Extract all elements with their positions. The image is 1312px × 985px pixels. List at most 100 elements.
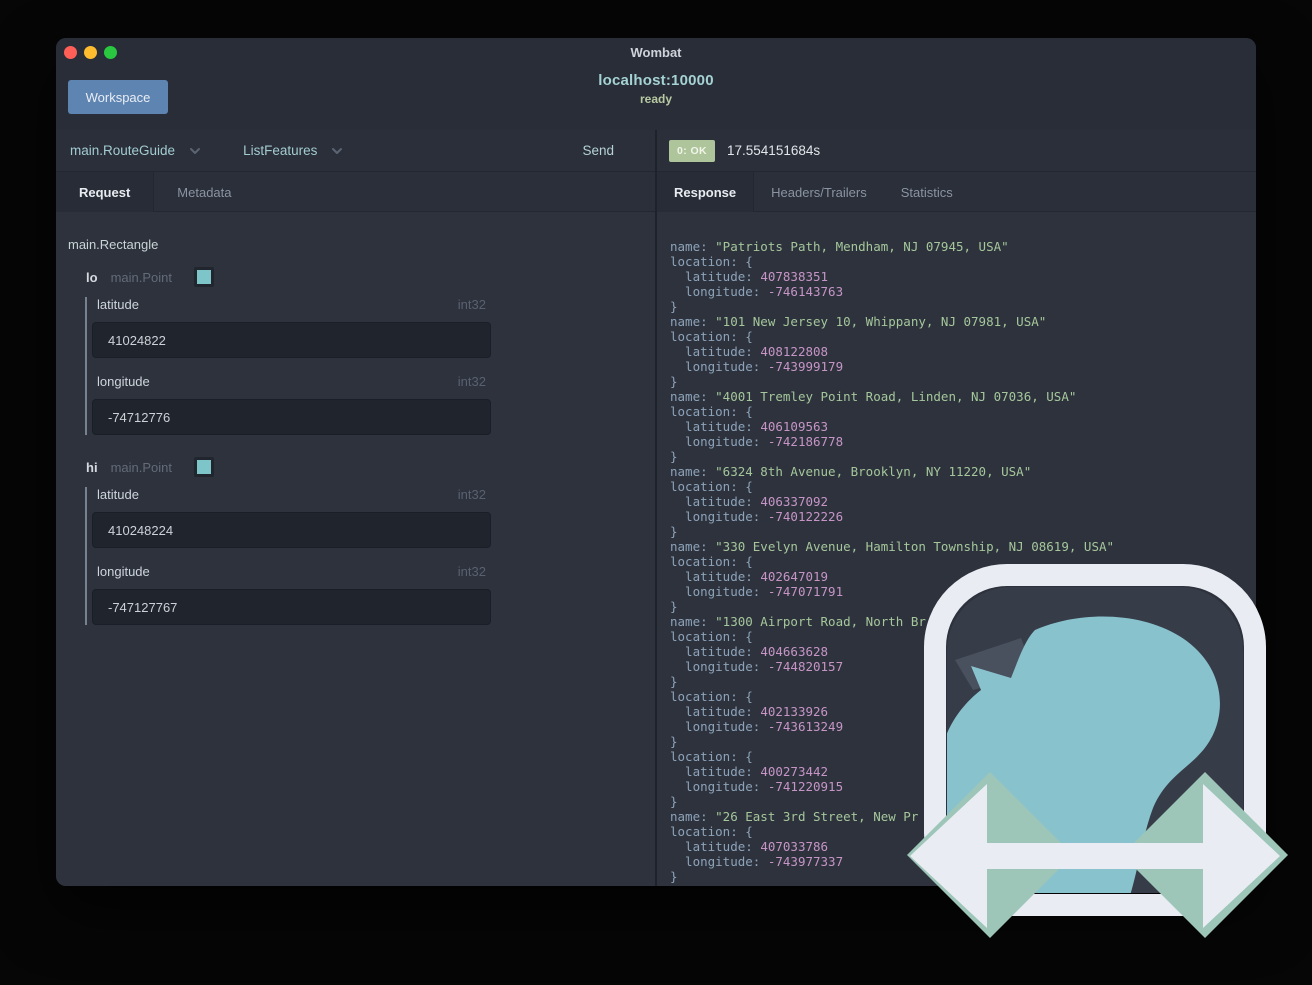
response-line: } [670,869,678,884]
response-line: longitude: -742186778 [670,434,844,449]
tab-metadata[interactable]: Metadata [154,172,254,212]
response-line: } [670,794,678,809]
server-address: localhost:10000 [598,72,714,89]
field-scalar-type: int32 [457,564,486,579]
response-line: location: { [670,629,753,644]
field-type-label: main.Point [110,459,172,475]
response-line: name: "1300 Airport Road, North Br [670,614,926,629]
response-line: name: "330 Evelyn Avenue, Hamilton Towns… [670,539,1115,554]
field-type-label: main.Point [110,269,172,285]
form-section-hi: hi main.Point latitude int32 longitude int32 [56,457,655,625]
response-line: } [670,734,678,749]
checkbox-checked-icon [196,270,211,284]
response-line: location: { [670,404,753,419]
lo-longitude-input[interactable] [92,399,491,435]
section-header: hi main.Point [86,457,655,477]
response-toolbar: 0: OK 17.554151684s [657,130,1256,172]
response-line: } [670,599,678,614]
response-tabs: Response Headers/Trailers Statistics [657,172,1256,212]
status-badge: 0: OK [669,139,716,162]
field-label: longitude [97,564,150,579]
response-line: location: { [670,479,753,494]
tab-headers-trailers[interactable]: Headers/Trailers [754,172,884,212]
chevron-down-icon [190,147,201,154]
response-line: } [670,449,678,464]
response-line: location: { [670,824,753,839]
method-selector[interactable]: ListFeatures [243,143,343,158]
response-line: } [670,374,678,389]
close-window-button[interactable] [64,45,77,59]
server-status-badge: ready [639,92,673,106]
response-line: longitude: -741220915 [670,779,844,794]
message-enabled-checkbox[interactable] [193,457,214,477]
field-label: latitude [97,297,139,312]
field-scalar-type: int32 [457,297,486,312]
message-enabled-checkbox[interactable] [193,267,214,287]
field-name-label: lo [86,269,98,285]
checkbox-checked-icon [196,460,211,474]
response-line: latitude: 407033786 [670,839,829,854]
response-line: latitude: 402133926 [670,704,829,719]
response-line: longitude: -747071791 [670,584,844,599]
response-line: longitude: -740122226 [670,509,844,524]
zoom-window-button[interactable] [104,45,117,59]
message-type-label: main.Rectangle [68,237,159,252]
field-label: longitude [97,374,150,389]
server-info: localhost:10000 ready [56,72,1256,106]
response-line: name: "101 New Jersey 10, Whippany, NJ 0… [670,314,1047,329]
lo-latitude-input[interactable] [92,322,491,358]
response-line: latitude: 406337092 [670,494,829,509]
service-selector[interactable]: main.RouteGuide [70,143,201,158]
request-tabs: Request Metadata [56,172,655,212]
field-label-row: latitude int32 [97,487,486,502]
response-line: latitude: 407838351 [670,269,829,284]
response-line: latitude: 400273442 [670,764,829,779]
response-line: name: "4001 Tremley Point Road, Linden, … [670,389,1077,404]
method-selector-value: ListFeatures [243,143,318,158]
response-line: latitude: 408122808 [670,344,829,359]
response-line: location: { [670,554,753,569]
main-panes: main.RouteGuide ListFeatures Send Reques… [56,130,1256,886]
request-form: main.Rectangle lo main.Point latitude int32… [56,212,655,886]
section-fields: latitude int32 longitude int32 [85,487,491,625]
response-line: latitude: 406109563 [670,419,829,434]
chevron-down-icon [332,147,343,154]
tab-statistics[interactable]: Statistics [884,172,970,212]
response-line: name: "26 East 3rd Street, New Pr [670,809,919,824]
response-line: location: { [670,689,753,704]
response-line: longitude: -743977337 [670,854,844,869]
response-line: location: { [670,329,753,344]
section-fields: latitude int32 longitude int32 [85,297,491,435]
response-line: name: "Patriots Path, Mendham, NJ 07945,… [670,239,1009,254]
response-line: } [670,299,678,314]
response-line: name: "6324 8th Avenue, Brooklyn, NY 112… [670,464,1032,479]
window-titlebar: Wombat [56,38,1256,66]
response-output[interactable]: name: "Patriots Path, Mendham, NJ 07945,… [657,212,1256,886]
request-toolbar: main.RouteGuide ListFeatures Send [56,130,655,172]
response-line: } [670,524,678,539]
minimize-window-button[interactable] [84,45,97,59]
field-label: latitude [97,487,139,502]
window-title: Wombat [630,44,682,60]
connection-header: Workspace localhost:10000 ready [56,66,1256,130]
response-line: location: { [670,749,753,764]
response-pane: 0: OK 17.554151684s Response Headers/Trai… [657,130,1256,886]
field-name-label: hi [86,459,98,475]
response-line: longitude: -743613249 [670,719,844,734]
response-line: location: { [670,254,753,269]
hi-latitude-input[interactable] [92,512,491,548]
service-selector-value: main.RouteGuide [70,143,176,158]
response-line: latitude: 404663628 [670,644,829,659]
section-header: lo main.Point [86,267,655,287]
field-scalar-type: int32 [457,374,486,389]
tab-response[interactable]: Response [657,172,755,212]
wombat-window: Wombat Workspace localhost:10000 ready m… [56,38,1256,886]
response-line: longitude: -744820157 [670,659,844,674]
field-label-row: latitude int32 [97,297,486,312]
field-scalar-type: int32 [457,487,486,502]
hi-longitude-input[interactable] [92,589,491,625]
response-line: longitude: -746143763 [670,284,844,299]
tab-request[interactable]: Request [56,172,155,212]
send-button[interactable]: Send [576,142,620,159]
field-label-row: longitude int32 [97,374,486,389]
